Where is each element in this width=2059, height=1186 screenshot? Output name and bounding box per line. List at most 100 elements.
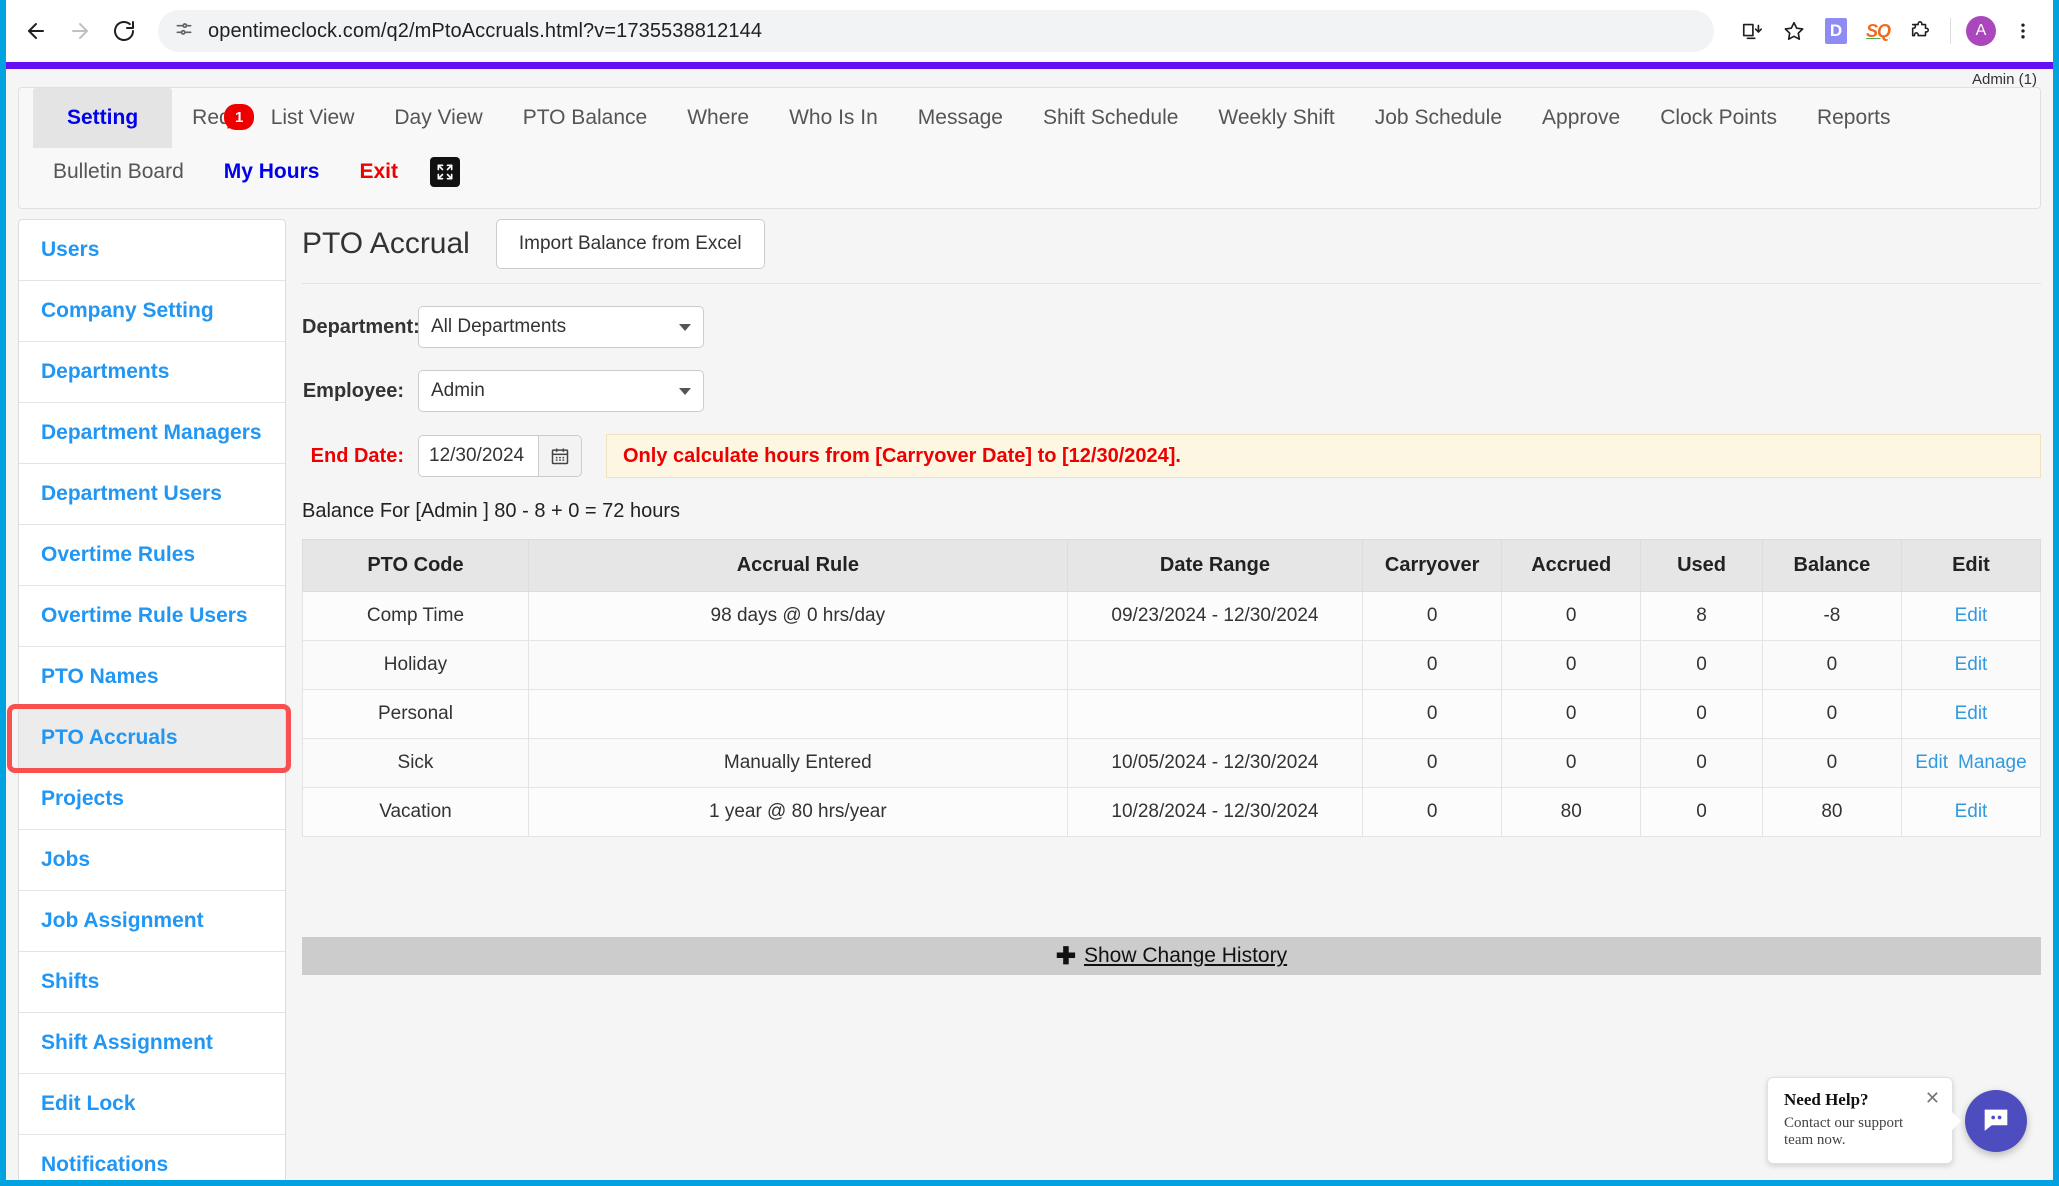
cell-actions: Edit [1900, 591, 2042, 641]
end-date-input[interactable] [418, 435, 538, 477]
sidebar-item-shifts[interactable]: Shifts [19, 952, 285, 1013]
tab-shift-schedule-label: Shift Schedule [1042, 106, 1179, 129]
tab-approve[interactable]: Approve [1522, 88, 1640, 148]
sidebar-item-overtime-rule-users[interactable]: Overtime Rule Users [19, 586, 285, 647]
tab-clock-points[interactable]: Clock Points [1640, 88, 1797, 148]
tab-job-schedule[interactable]: Job Schedule [1355, 88, 1522, 148]
tab-my-hours-label: My Hours [223, 160, 320, 183]
sidebar-item-edit-lock[interactable]: Edit Lock [19, 1074, 285, 1135]
avatar[interactable]: A [1961, 11, 2001, 51]
sidebar-item-label: Users [41, 238, 100, 261]
extensions-puzzle-icon[interactable] [1900, 11, 1940, 51]
cell-date-range: 09/23/2024 - 12/30/2024 [1066, 591, 1364, 641]
tab-pto-balance-label: PTO Balance [522, 106, 648, 129]
import-balance-button[interactable]: Import Balance from Excel [495, 219, 765, 269]
tab-reports[interactable]: Reports [1797, 88, 1911, 148]
edit-link[interactable]: Edit [1955, 654, 1988, 675]
cell-accrued: 0 [1501, 591, 1642, 641]
forward-arrow-icon[interactable] [60, 11, 100, 51]
install-app-icon[interactable] [1732, 11, 1772, 51]
cell-used: 0 [1640, 787, 1763, 837]
chat-prompt-bubble[interactable]: Need Help? Contact our support team now.… [1767, 1077, 1961, 1164]
cell-used: 0 [1640, 738, 1763, 788]
manage-link[interactable]: Manage [1958, 752, 2027, 773]
application-page: Admin (1) Setting Req 1 List View Day Vi… [6, 69, 2053, 1180]
cell-accrual-rule [527, 689, 1068, 739]
sidebar-item-jobs[interactable]: Jobs [19, 830, 285, 891]
edit-link[interactable]: Edit [1955, 801, 1988, 822]
cell-accrued: 0 [1501, 640, 1642, 690]
cell-pto-code: Comp Time [302, 591, 529, 641]
page-title: PTO Accrual [302, 227, 470, 260]
tab-bulletin-board[interactable]: Bulletin Board [33, 152, 204, 192]
table-row: Personal 0 0 0 0 Edit [302, 689, 2042, 739]
tab-pto-balance[interactable]: PTO Balance [503, 88, 668, 148]
sidebar-item-overtime-rules[interactable]: Overtime Rules [19, 525, 285, 586]
tab-setting[interactable]: Setting [33, 88, 173, 148]
address-bar[interactable]: opentimeclock.com/q2/mPtoAccruals.html?v… [158, 10, 1714, 52]
tab-shift-schedule[interactable]: Shift Schedule [1023, 88, 1198, 148]
back-arrow-icon[interactable] [16, 11, 56, 51]
tab-req[interactable]: Req 1 [172, 88, 255, 148]
cell-carryover: 0 [1362, 689, 1503, 739]
fullscreen-expand-icon[interactable] [429, 157, 460, 187]
sidebar-item-label: Departments [41, 360, 170, 383]
edit-link[interactable]: Edit [1955, 605, 1988, 626]
cell-balance: 80 [1761, 787, 1902, 837]
tab-clock-points-label: Clock Points [1660, 106, 1777, 129]
tab-message[interactable]: Message [898, 88, 1023, 148]
tab-reports-label: Reports [1816, 106, 1891, 129]
chevron-down-icon [679, 323, 691, 331]
edit-link[interactable]: Edit [1915, 752, 1948, 773]
sidebar-item-company-setting[interactable]: Company Setting [19, 281, 285, 342]
sidebar-item-shift-assignment[interactable]: Shift Assignment [19, 1013, 285, 1074]
settings-sidebar: Users Company Setting Departments Depart… [18, 219, 286, 1180]
employee-select[interactable]: Admin [418, 370, 704, 412]
extension-sq-icon[interactable]: SQ [1858, 11, 1898, 51]
url-text: opentimeclock.com/q2/mPtoAccruals.html?v… [208, 19, 763, 42]
sidebar-item-department-managers[interactable]: Department Managers [19, 403, 285, 464]
sidebar-item-users[interactable]: Users [19, 220, 285, 281]
edit-link[interactable]: Edit [1955, 703, 1988, 724]
sidebar-item-departments[interactable]: Departments [19, 342, 285, 403]
cell-accrued: 0 [1501, 689, 1642, 739]
column-header-accrual-rule: Accrual Rule [527, 539, 1068, 592]
show-change-history-bar[interactable]: ✚ Show Change History [302, 937, 2041, 975]
tab-who-is-in[interactable]: Who Is In [769, 88, 898, 148]
cell-accrual-rule: 98 days @ 0 hrs/day [527, 591, 1068, 641]
cell-balance: 0 [1761, 738, 1902, 788]
cell-carryover: 0 [1362, 787, 1503, 837]
nav-row-secondary: Bulletin Board My Hours Exit [19, 148, 2040, 208]
extension-d-icon[interactable]: D [1816, 11, 1856, 51]
extension-d-label: D [1825, 18, 1847, 44]
sidebar-item-notifications[interactable]: Notifications [19, 1135, 285, 1180]
sidebar-item-label: Notifications [41, 1153, 169, 1176]
carryover-warning-banner: Only calculate hours from [Carryover Dat… [606, 434, 2041, 478]
tab-weekly-shift[interactable]: Weekly Shift [1198, 88, 1354, 148]
site-settings-icon[interactable] [174, 19, 194, 44]
tab-message-label: Message [917, 106, 1003, 129]
cell-date-range [1066, 689, 1364, 739]
tab-day-view[interactable]: Day View [374, 88, 502, 148]
tab-list-view[interactable]: List View [251, 88, 375, 148]
department-select[interactable]: All Departments [418, 306, 704, 348]
tab-exit[interactable]: Exit [339, 152, 418, 192]
calendar-icon[interactable] [538, 435, 582, 477]
chat-bubble-icon[interactable] [1965, 1089, 2027, 1152]
bookmark-star-icon[interactable] [1774, 11, 1814, 51]
admin-user-label: Admin (1) [1971, 71, 2037, 88]
sidebar-item-label: PTO Accruals [41, 726, 178, 749]
sidebar-item-job-assignment[interactable]: Job Assignment [19, 891, 285, 952]
tab-my-hours[interactable]: My Hours [204, 152, 340, 192]
sidebar-item-department-users[interactable]: Department Users [19, 464, 285, 525]
sidebar-item-projects[interactable]: Projects [19, 769, 285, 830]
tab-approve-label: Approve [1542, 106, 1621, 129]
close-icon[interactable]: ✕ [1925, 1088, 1940, 1109]
three-dot-menu-icon[interactable] [2003, 11, 2043, 51]
sidebar-item-pto-names[interactable]: PTO Names [19, 647, 285, 708]
tab-where[interactable]: Where [667, 88, 769, 148]
sidebar-item-label: Department Users [41, 482, 222, 505]
sidebar-item-pto-accruals[interactable]: PTO Accruals [19, 708, 285, 769]
reload-icon[interactable] [104, 11, 144, 51]
cell-accrual-rule: 1 year @ 80 hrs/year [527, 787, 1068, 837]
